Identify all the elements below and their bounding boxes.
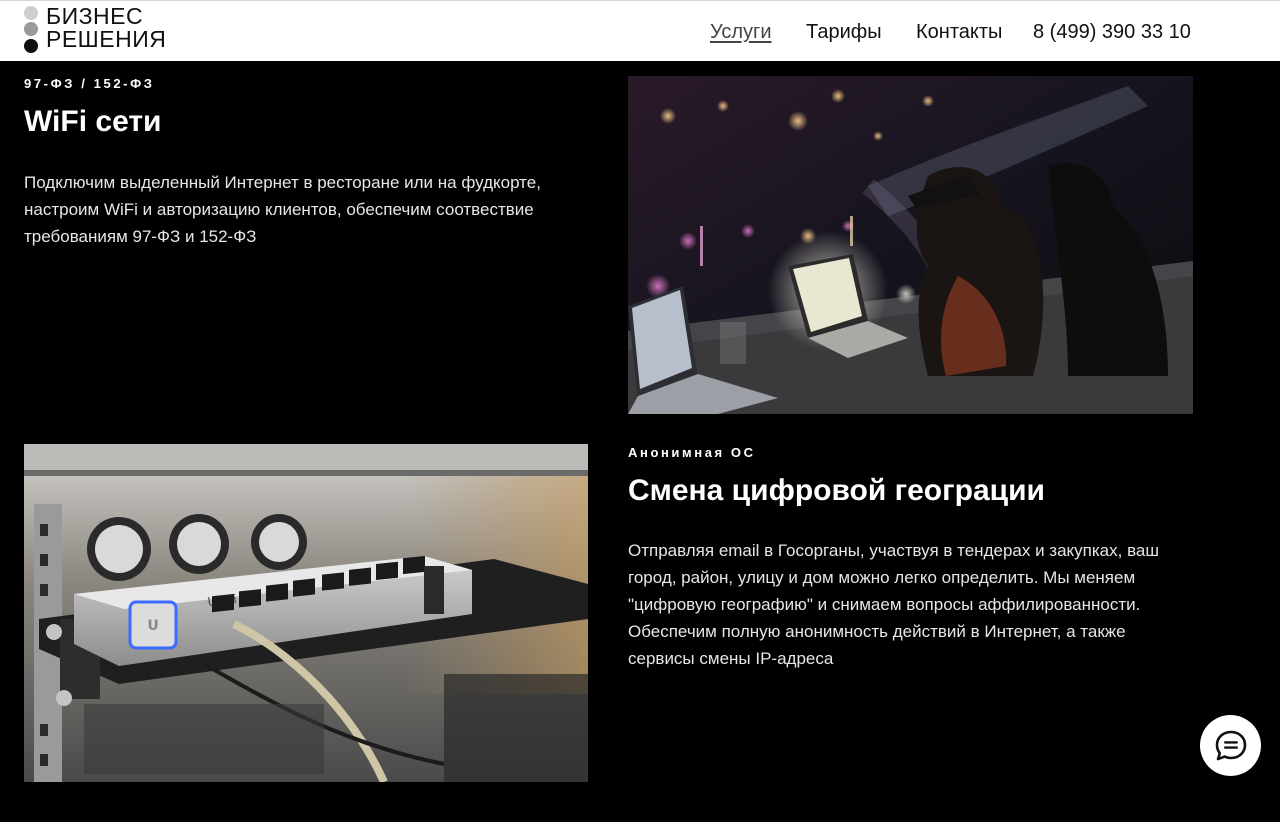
geo-tag: Анонимная ОС [628,445,756,460]
cafe-laptop-photo [628,76,1193,414]
phone-link[interactable]: 8 (499) 390 33 10 [1033,21,1191,43]
nav-item-services[interactable]: Услуги [710,19,772,45]
wifi-description: Подключим выделенный Интернет в ресторан… [24,173,541,246]
logo-line-1: БИЗНЕС [46,3,144,29]
geo-description: Отправляя email в Госорганы, участвуя в … [628,541,1160,668]
svg-text:U: U [147,618,158,634]
geo-title: Смена цифровой геограции [628,474,1045,507]
wifi-title: WiFi сети [24,105,162,138]
nav-link-contacts[interactable]: Контакты [916,21,1002,43]
chat-button[interactable] [1200,715,1261,776]
logo-dots-icon [24,5,38,55]
site-header: БИЗНЕС РЕШЕНИЯ Услуги Тарифы Контакты 8 … [0,0,1280,61]
network-switch-photo: U UniFi [24,444,588,782]
nav-link-tariffs[interactable]: Тарифы [806,21,882,43]
logo[interactable]: БИЗНЕС РЕШЕНИЯ [24,5,194,55]
wifi-tag: 97-ФЗ / 152-ФЗ [24,76,155,91]
nav-item-contacts[interactable]: Контакты [916,19,1002,45]
logo-line-2: РЕШЕНИЯ [46,26,167,52]
nav-link-services[interactable]: Услуги [710,21,772,43]
nav-item-tariffs[interactable]: Тарифы [806,19,882,45]
nav-phone[interactable]: 8 (499) 390 33 10 [1033,19,1191,45]
chat-bubble-icon [1215,730,1246,760]
